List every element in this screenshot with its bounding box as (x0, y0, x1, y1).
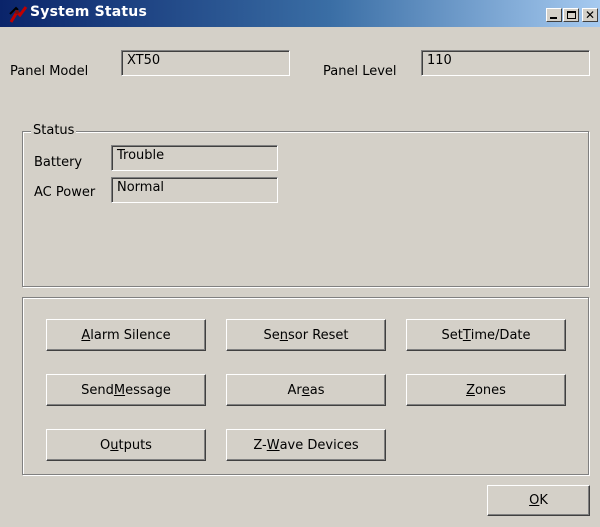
ac-power-label: AC Power (34, 185, 96, 200)
button-accelerator: Z (466, 382, 475, 398)
button-text: larm Silence (90, 327, 171, 343)
outputs-button[interactable]: Ou tputs (46, 429, 206, 461)
battery-status-field: Trouble (111, 145, 278, 171)
button-text: Ar (287, 382, 302, 398)
ac-power-status-field: Normal (111, 177, 278, 203)
button-accelerator: u (110, 437, 119, 453)
panel-level-label: Panel Level (323, 64, 397, 79)
button-text: Send (81, 382, 114, 398)
button-text: ime/Date (470, 327, 531, 343)
button-accelerator: W (266, 437, 280, 453)
button-accelerator: e (301, 382, 310, 398)
minimize-button[interactable] (546, 8, 562, 22)
button-text: essage (125, 382, 171, 398)
panel-model-field: XT50 (121, 50, 290, 76)
button-text: as (309, 382, 325, 398)
close-button[interactable]: ✕ (582, 8, 598, 22)
alarm-silence-button[interactable]: Alarm Silence (46, 319, 206, 351)
button-text: O (100, 437, 111, 453)
button-accelerator: n (279, 327, 288, 343)
button-text: tputs (118, 437, 152, 453)
button-text: sor Reset (287, 327, 349, 343)
minimize-icon (550, 17, 557, 19)
button-accelerator: T (462, 327, 471, 343)
panel-level-field: 110 (421, 50, 590, 76)
system-status-window: System Status ✕ Panel Model XT50 Panel L… (0, 0, 600, 527)
dmp-app-icon (8, 5, 28, 23)
sensor-reset-button[interactable]: Se n sor Reset (226, 319, 386, 351)
maximize-icon (567, 11, 576, 19)
button-text: ones (474, 382, 506, 398)
maximize-button[interactable] (563, 8, 579, 22)
panel-model-label: Panel Model (10, 64, 89, 79)
send-message-button[interactable]: Send Message (46, 374, 206, 406)
button-text: Z- (253, 437, 267, 453)
button-accelerator: M (113, 382, 126, 398)
close-icon: ✕ (584, 8, 596, 22)
areas-button[interactable]: Ar e as (226, 374, 386, 406)
button-text: Se (263, 327, 280, 343)
battery-label: Battery (34, 155, 83, 170)
button-accelerator: O (529, 493, 540, 508)
title-bar[interactable]: System Status ✕ (0, 0, 600, 27)
status-group-title: Status (31, 123, 77, 138)
button-text: ave Devices (279, 437, 359, 453)
window-title: System Status (30, 4, 148, 20)
set-time-date-button[interactable]: Set Time/Date (406, 319, 566, 351)
status-groupbox: Status (22, 123, 589, 287)
zwave-devices-button[interactable]: Z- Wave Devices (226, 429, 386, 461)
button-text: K (539, 493, 548, 508)
ok-button[interactable]: OK (487, 485, 590, 516)
button-text: Set (441, 327, 463, 343)
zones-button[interactable]: Zones (406, 374, 566, 406)
button-accelerator: A (81, 327, 91, 343)
